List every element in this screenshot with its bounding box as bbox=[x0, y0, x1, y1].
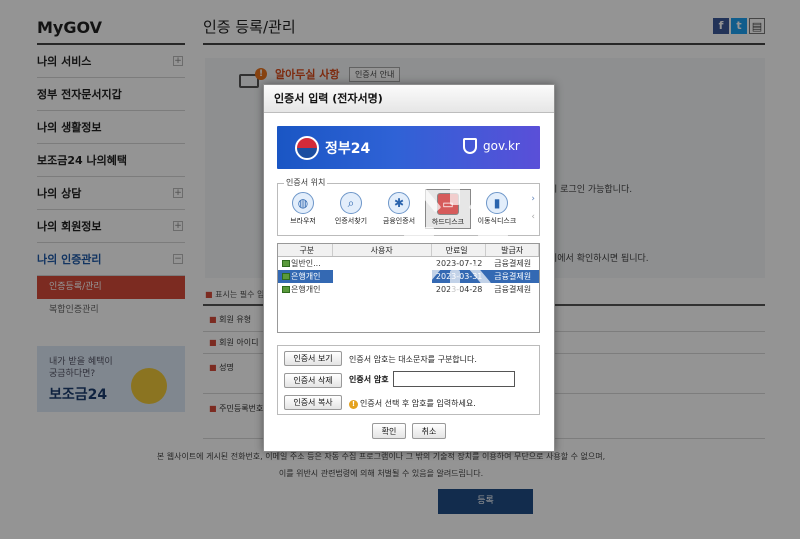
certificate-icon bbox=[282, 286, 290, 293]
cert-options: 인증서 보기 인증서 암호는 대소문자를 구분합니다. 인증서 삭제 인증서 암… bbox=[277, 345, 540, 415]
cert-type: 은행개인 bbox=[278, 270, 333, 283]
gov-name: 정부24 bbox=[325, 141, 371, 157]
cert-type-text: 일반인... bbox=[291, 259, 321, 268]
delete-cert-button[interactable]: 인증서 삭제 bbox=[284, 373, 342, 388]
cancel-button[interactable]: 취소 bbox=[412, 423, 446, 439]
shield-icon bbox=[463, 138, 477, 154]
hint-text: 인증서 선택 후 암호를 입력하세요. bbox=[360, 399, 476, 408]
confirm-button[interactable]: 확인 bbox=[372, 423, 406, 439]
col-type[interactable]: 구분 bbox=[278, 244, 333, 256]
password-hint: ! 인증서 선택 후 암호를 입력하세요. bbox=[349, 398, 476, 409]
location-label: 인증서찾기 bbox=[334, 217, 368, 225]
cert-type: 일반인... bbox=[278, 257, 333, 270]
location-label: 브라우저 bbox=[290, 217, 316, 225]
location-find-cert[interactable]: ⌕ 인증서찾기 bbox=[328, 192, 374, 226]
location-browser[interactable]: ◍ 브라우저 bbox=[280, 192, 326, 226]
info-icon: ! bbox=[349, 400, 358, 409]
password-label: 인증서 암호 bbox=[349, 375, 389, 384]
cert-type-text: 은행개인 bbox=[291, 272, 321, 281]
search-icon: ⌕ bbox=[340, 192, 362, 214]
dialog-title[interactable]: 인증서 입력 (전자서명) bbox=[264, 85, 554, 113]
view-cert-button[interactable]: 인증서 보기 bbox=[284, 351, 342, 366]
browser-icon: ◍ bbox=[292, 192, 314, 214]
taegeuk-logo-icon bbox=[295, 136, 319, 160]
cert-type: 은행개인 bbox=[278, 283, 333, 296]
cert-type-text: 은행개인 bbox=[291, 285, 321, 294]
copy-cert-button[interactable]: 인증서 복사 bbox=[284, 395, 342, 410]
certificate-icon bbox=[282, 273, 290, 280]
chevron-left-icon[interactable]: ‹ bbox=[531, 212, 535, 222]
gov-url: gov.kr bbox=[483, 139, 520, 153]
password-input[interactable] bbox=[393, 371, 515, 387]
chevron-right-icon[interactable]: › bbox=[531, 194, 535, 204]
cert-location-legend: 인증서 위치 bbox=[284, 177, 328, 188]
loading-spinner-icon bbox=[404, 177, 508, 298]
gov24-banner: 정부24 gov.kr bbox=[277, 126, 540, 169]
certificate-icon bbox=[282, 260, 290, 267]
case-note: 인증서 암호는 대소문자를 구분합니다. bbox=[349, 355, 477, 364]
